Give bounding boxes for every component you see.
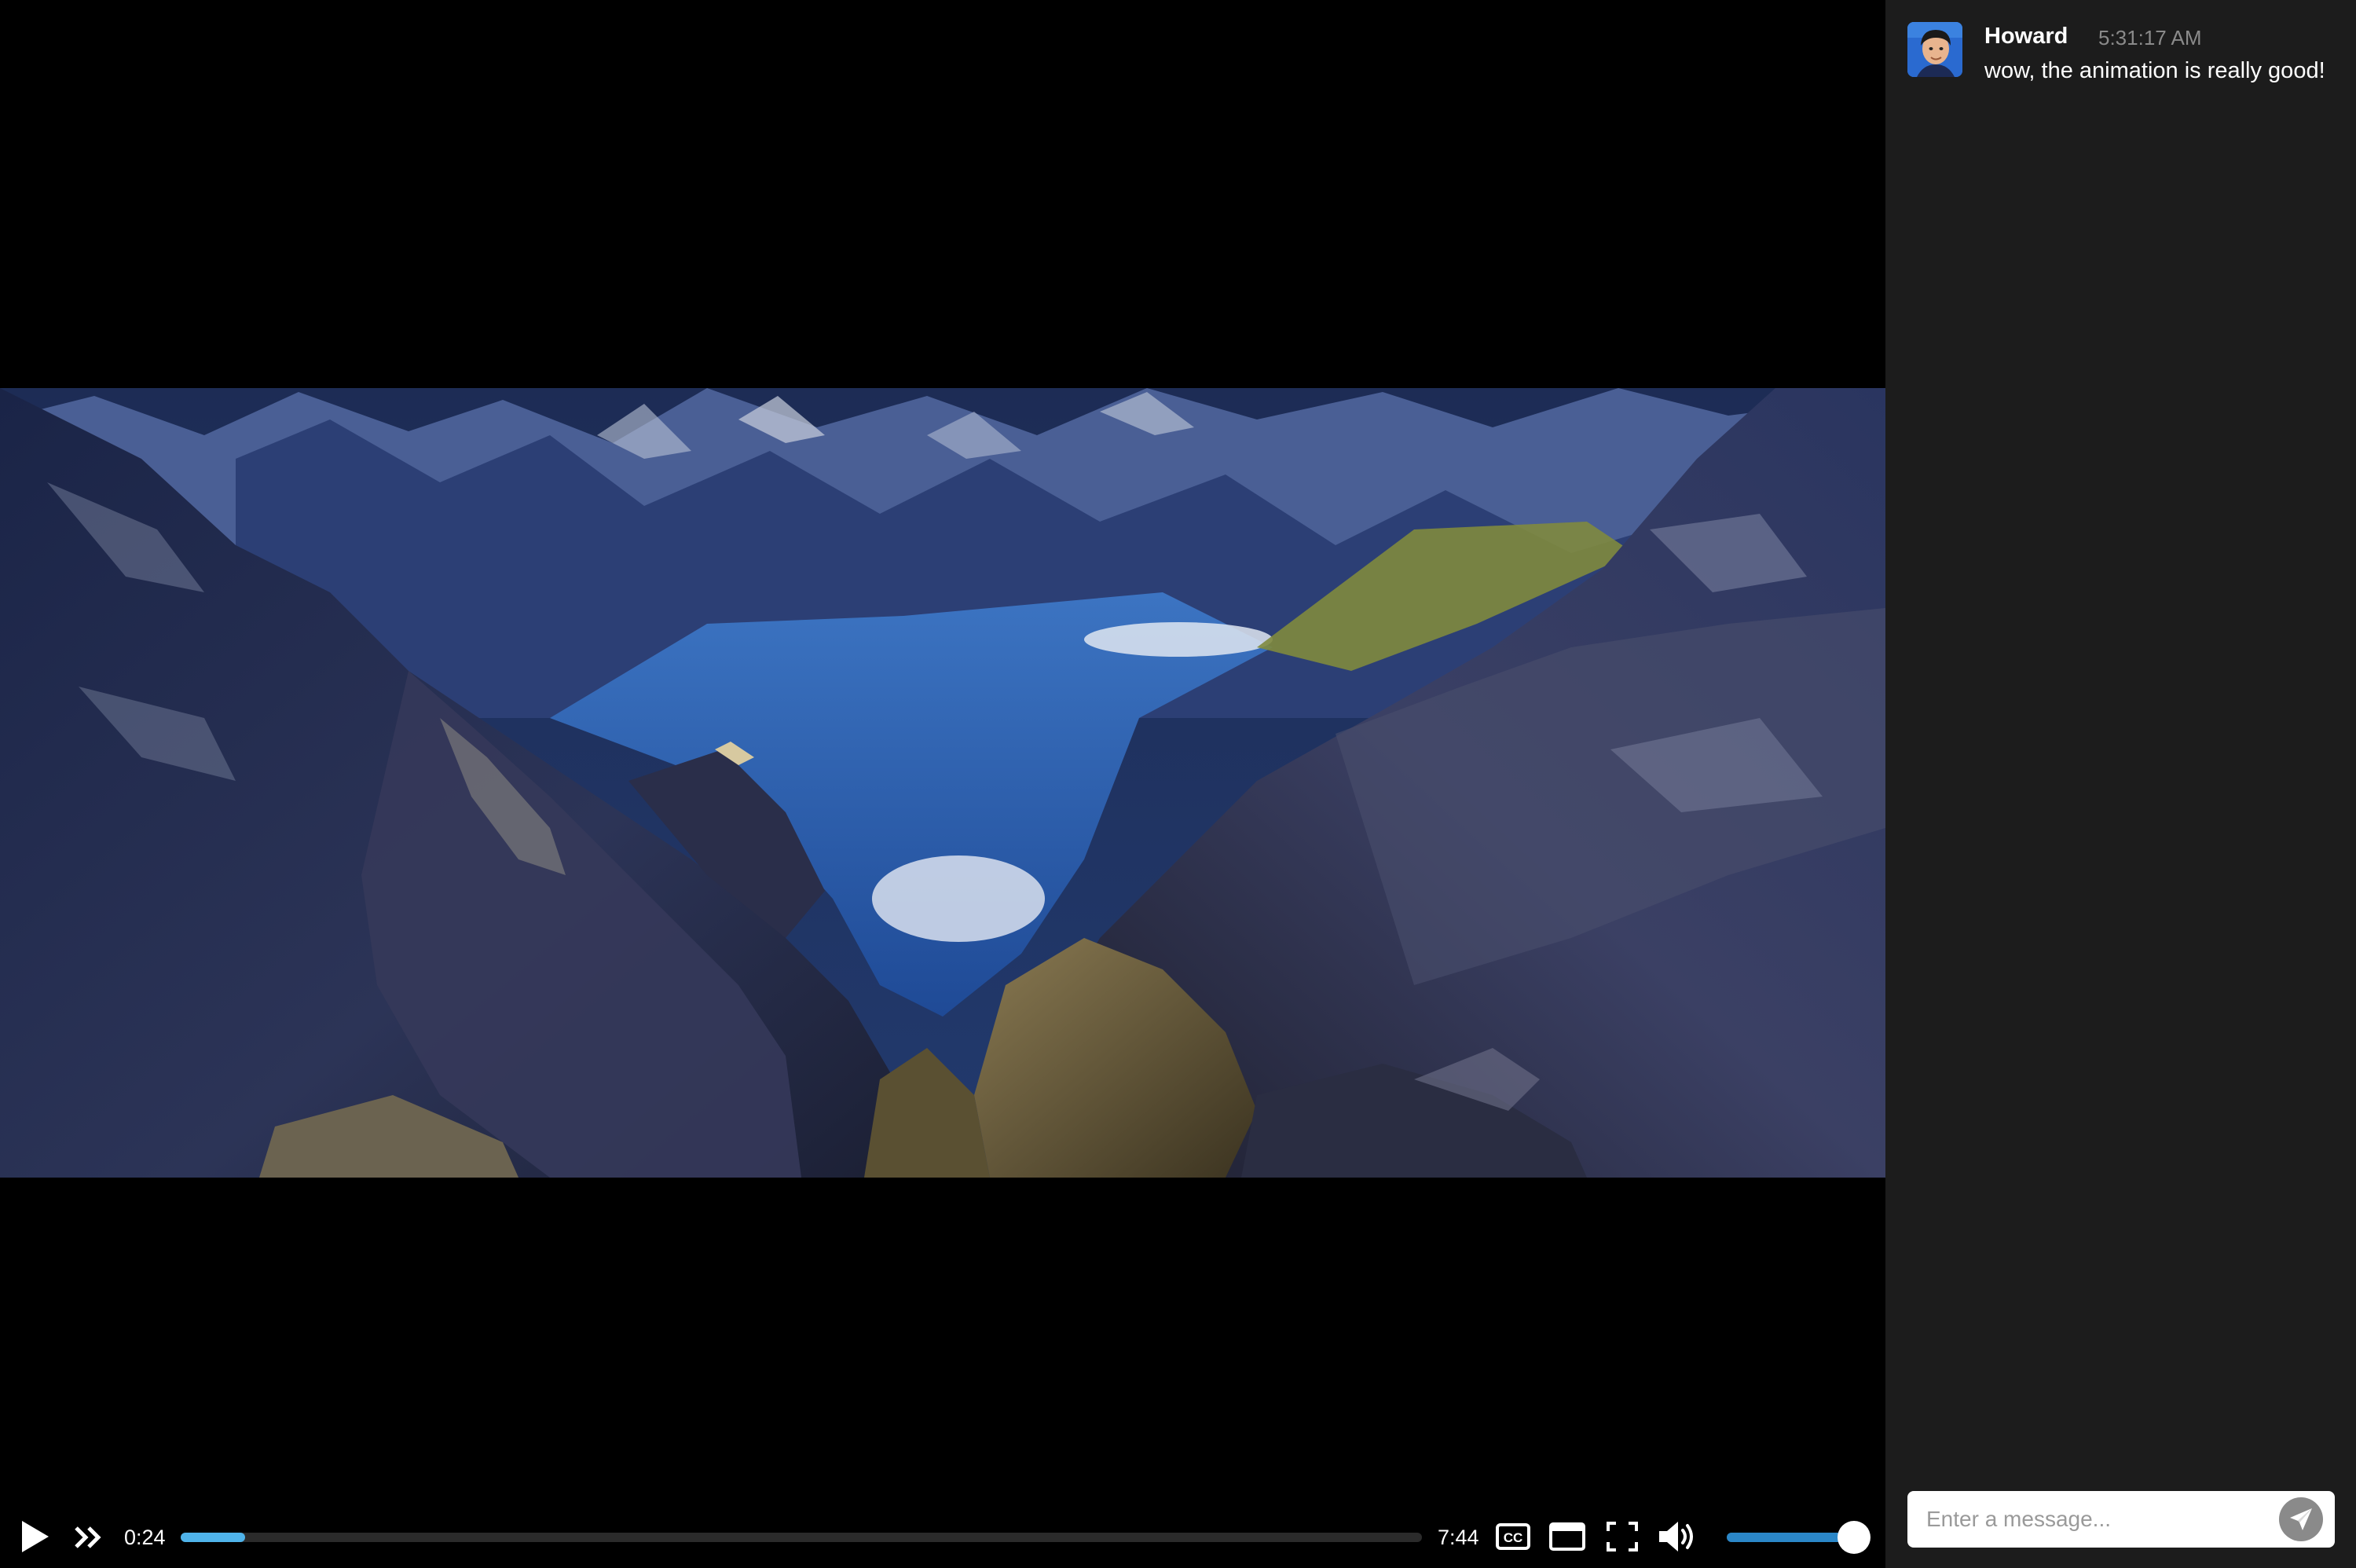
volume-slider-handle[interactable] <box>1838 1521 1871 1554</box>
chat-sidebar: Howard 5:31:17 AM wow, the animation is … <box>1885 0 2356 1568</box>
skip-forward-icon <box>75 1526 101 1548</box>
fullscreen-icon <box>1607 1522 1638 1552</box>
message-author: Howard <box>1984 24 2068 49</box>
chat-message: Howard 5:31:17 AM wow, the animation is … <box>1907 22 2347 85</box>
avatar <box>1907 22 1962 77</box>
message-text: wow, the animation is really good! <box>1984 58 2325 83</box>
skip-forward-button[interactable] <box>71 1519 107 1555</box>
volume-button[interactable] <box>1656 1518 1700 1555</box>
fullscreen-button[interactable] <box>1604 1519 1640 1554</box>
volume-slider[interactable] <box>1727 1521 1871 1554</box>
video-frame[interactable] <box>0 388 1885 1178</box>
send-button[interactable] <box>2279 1497 2323 1541</box>
svg-text:CC: CC <box>1504 1530 1523 1545</box>
seek-progress <box>181 1533 246 1542</box>
current-time: 0:24 <box>124 1526 166 1549</box>
captions-button[interactable]: CC <box>1494 1519 1532 1554</box>
play-icon <box>22 1521 49 1552</box>
message-composer <box>1907 1491 2335 1548</box>
send-icon <box>2290 1508 2312 1530</box>
duration: 7:44 <box>1438 1526 1479 1549</box>
video-stage[interactable]: 0:24 7:44 CC <box>0 0 1885 1568</box>
watch-party-app: 0:24 7:44 CC Howard 5:31:17 AM wow, the … <box>0 0 2356 1568</box>
play-button[interactable] <box>14 1516 55 1557</box>
theater-mode-icon <box>1549 1522 1585 1551</box>
message-input[interactable] <box>1926 1499 2264 1540</box>
volume-level <box>1727 1533 1854 1542</box>
seek-bar[interactable] <box>181 1533 1422 1542</box>
theater-mode-button[interactable] <box>1548 1519 1587 1554</box>
volume-icon <box>1659 1522 1693 1552</box>
closed-captions-icon: CC <box>1496 1523 1530 1550</box>
user-avatar-image <box>1907 22 1962 77</box>
message-timestamp: 5:31:17 AM <box>2098 26 2202 49</box>
